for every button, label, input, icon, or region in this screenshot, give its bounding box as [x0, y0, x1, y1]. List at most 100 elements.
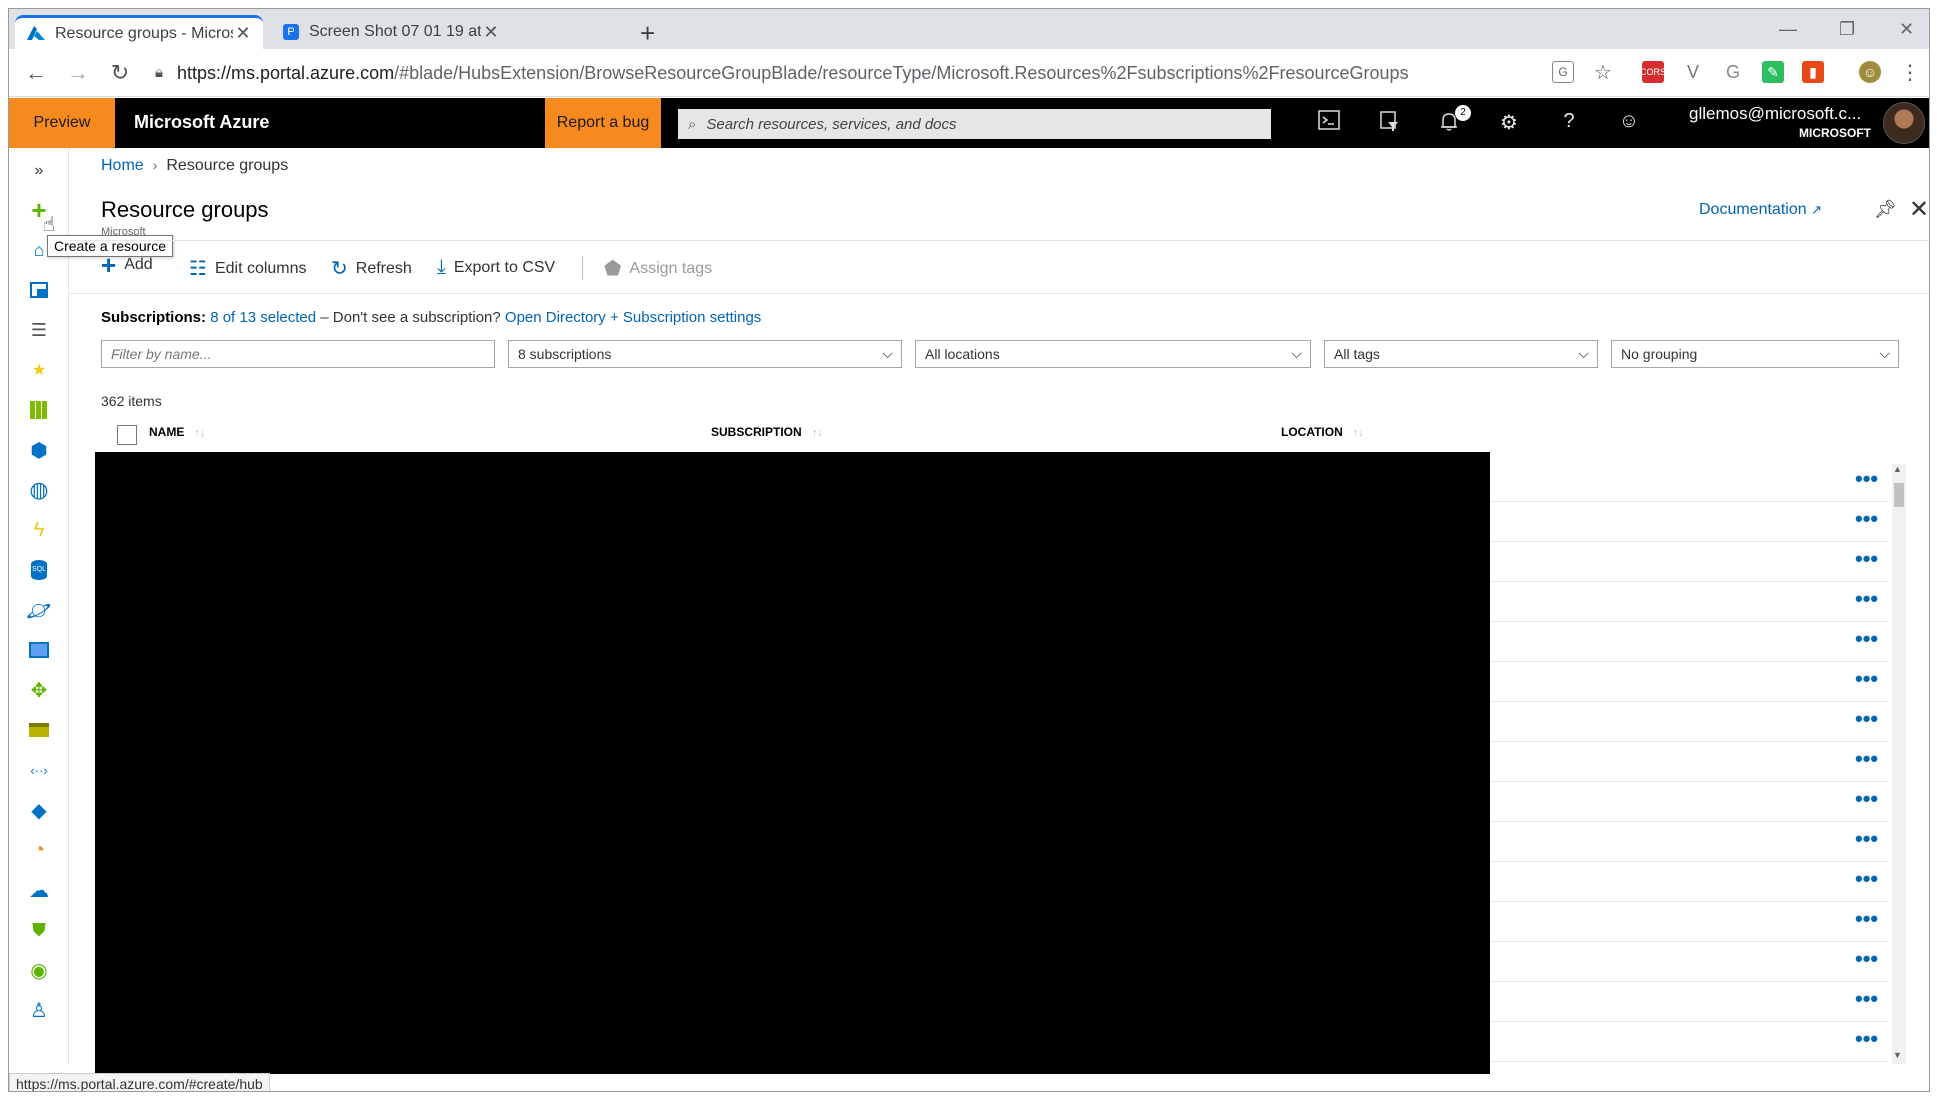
help-icon[interactable]: ? — [1555, 110, 1583, 136]
locations-dropdown[interactable]: All locations ⌵ — [915, 340, 1311, 368]
sort-icon: ↑↓ — [194, 427, 206, 439]
row-more-actions-icon[interactable]: ••• — [1855, 828, 1878, 850]
cost-management-icon[interactable]: ◉ — [26, 957, 52, 983]
row-more-actions-icon[interactable]: ••• — [1855, 668, 1878, 690]
directory-settings-link[interactable]: Open Directory + Subscription settings — [505, 309, 761, 326]
select-all-checkbox[interactable] — [117, 425, 137, 445]
expand-menu-icon[interactable]: » — [26, 158, 52, 184]
scrollbar-thumb[interactable] — [1894, 483, 1904, 507]
directory-filter-icon[interactable] — [1375, 110, 1403, 136]
row-more-actions-icon[interactable]: ••• — [1855, 588, 1878, 610]
star-icon[interactable]: ☆ — [1592, 61, 1614, 84]
grammarly-icon[interactable]: G — [1722, 61, 1744, 83]
preview-badge[interactable]: Preview — [9, 98, 115, 148]
column-subscription-header[interactable]: SUBSCRIPTION ↑↓ — [711, 425, 823, 439]
row-more-actions-icon[interactable]: ••• — [1855, 948, 1878, 970]
table-row-divider — [1490, 701, 1888, 702]
assign-tags-button[interactable]: ⬟ Assign tags — [604, 256, 712, 281]
export-csv-button[interactable]: ⤓ Export to CSV — [437, 256, 555, 279]
vue-devtools-icon[interactable]: V — [1682, 61, 1704, 83]
virtual-networks-icon[interactable]: ‹··› — [26, 757, 52, 783]
add-button[interactable]: + Add — [101, 252, 153, 278]
close-blade-icon[interactable]: ✕ — [1909, 195, 1929, 224]
url-field[interactable]: https://ms.portal.azure.com/#blade/HubsE… — [177, 63, 1409, 84]
kebab-menu-icon[interactable]: ⋮ — [1899, 61, 1921, 84]
virtual-machines-icon[interactable] — [26, 637, 52, 663]
global-search-input[interactable]: ⌕ Search resources, services, and docs — [678, 109, 1271, 139]
row-more-actions-icon[interactable]: ••• — [1855, 468, 1878, 490]
storage-accounts-icon[interactable] — [26, 717, 52, 743]
function-apps-icon[interactable]: ϟ — [26, 517, 52, 543]
minimize-button[interactable]: — — [1779, 19, 1797, 40]
cors-extension-icon[interactable]: CORS — [1640, 61, 1666, 83]
table-row-divider — [1490, 1021, 1888, 1022]
reload-icon[interactable]: ↻ — [107, 60, 133, 86]
evernote-icon[interactable]: ✎ — [1762, 61, 1784, 83]
subscriptions-dropdown[interactable]: 8 subscriptions ⌵ — [508, 340, 902, 368]
help-support-icon[interactable]: ♙ — [26, 997, 52, 1023]
settings-icon[interactable]: ⚙ — [1495, 110, 1523, 136]
edit-columns-button[interactable]: ☷ Edit columns — [189, 256, 307, 281]
close-window-button[interactable]: ✕ — [1899, 19, 1914, 40]
chevron-down-icon: ⌵ — [882, 345, 893, 361]
azure-brand[interactable]: Microsoft Azure — [134, 112, 269, 133]
advisor-icon[interactable]: ☁ — [26, 877, 52, 903]
sql-databases-icon[interactable]: SQL — [26, 557, 52, 583]
row-more-actions-icon[interactable]: ••• — [1855, 868, 1878, 890]
tag-icon: ⬟ — [604, 258, 622, 280]
tab-resource-groups[interactable]: Resource groups - Microsoft Azu ✕ — [15, 15, 263, 49]
breadcrumb-home[interactable]: Home — [101, 157, 144, 174]
resource-groups-icon[interactable]: ⬢ — [26, 437, 52, 463]
subscriptions-selected-link[interactable]: 8 of 13 selected — [210, 309, 316, 326]
column-location-header[interactable]: LOCATION ↑↓ — [1281, 425, 1364, 439]
documentation-link[interactable]: Documentation ↗ — [1699, 201, 1822, 219]
profile-icon[interactable]: ☺ — [1859, 61, 1881, 83]
security-center-icon[interactable]: ⛊ — [26, 917, 52, 943]
row-more-actions-icon[interactable]: ••• — [1855, 748, 1878, 770]
app-services-icon[interactable]: ◍ — [26, 477, 52, 503]
row-more-actions-icon[interactable]: ••• — [1855, 628, 1878, 650]
monitor-icon[interactable]: ◔ — [26, 837, 52, 863]
row-more-actions-icon[interactable]: ••• — [1855, 1028, 1878, 1050]
scroll-up-icon[interactable]: ▲ — [1893, 464, 1902, 474]
filter-name-input[interactable]: Filter by name... — [101, 340, 495, 368]
dashboard-icon[interactable] — [26, 277, 52, 303]
report-bug-button[interactable]: Report a bug — [545, 98, 661, 148]
row-more-actions-icon[interactable]: ••• — [1855, 708, 1878, 730]
scroll-down-icon[interactable]: ▼ — [1893, 1050, 1902, 1060]
all-resources-icon[interactable] — [26, 397, 52, 423]
new-tab-button[interactable]: + — [640, 20, 655, 46]
forward-icon[interactable]: → — [65, 60, 91, 86]
cosmos-db-icon[interactable]: 🪐︎ — [26, 597, 52, 623]
row-more-actions-icon[interactable]: ••• — [1855, 988, 1878, 1010]
load-balancers-icon[interactable]: ✥ — [26, 677, 52, 703]
toolbar-divider — [582, 256, 583, 280]
tab-title: Resource groups - Microsoft Azu — [55, 24, 233, 42]
row-more-actions-icon[interactable]: ••• — [1855, 788, 1878, 810]
translate-icon[interactable]: G — [1552, 61, 1574, 83]
azure-ad-icon[interactable]: ◆ — [26, 797, 52, 823]
row-more-actions-icon[interactable]: ••• — [1855, 508, 1878, 530]
tags-dropdown[interactable]: All tags ⌵ — [1324, 340, 1598, 368]
user-email[interactable]: gllemos@microsoft.c... — [1689, 104, 1861, 124]
column-name-header[interactable]: NAME ↑↓ — [149, 425, 205, 439]
cloud-shell-icon[interactable] — [1315, 110, 1343, 136]
close-tab-icon[interactable]: ✕ — [233, 23, 253, 44]
tab-screen-shot[interactable]: P Screen Shot 07 01 19 at 06 45 PM ✕ — [271, 15, 511, 49]
row-more-actions-icon[interactable]: ••• — [1855, 908, 1878, 930]
close-tab-icon[interactable]: ✕ — [481, 22, 501, 43]
pin-icon[interactable]: 📌︎ — [1874, 199, 1897, 220]
maximize-button[interactable]: ❐ — [1839, 19, 1855, 40]
feedback-icon[interactable]: ☺ — [1615, 110, 1643, 136]
refresh-button[interactable]: ↻ Refresh — [331, 256, 412, 281]
favorites-star-icon[interactable]: ★ — [26, 357, 52, 383]
avatar[interactable] — [1883, 102, 1925, 144]
columns-icon: ☷ — [189, 258, 207, 280]
grouping-dropdown[interactable]: No grouping ⌵ — [1611, 340, 1899, 368]
scrollbar[interactable] — [1892, 464, 1906, 1064]
back-icon[interactable]: ← — [23, 60, 49, 86]
office-icon[interactable]: ▮ — [1802, 61, 1824, 83]
row-more-actions-icon[interactable]: ••• — [1855, 548, 1878, 570]
all-services-icon[interactable]: ☰ — [26, 317, 52, 343]
table-row-divider — [1490, 781, 1888, 782]
